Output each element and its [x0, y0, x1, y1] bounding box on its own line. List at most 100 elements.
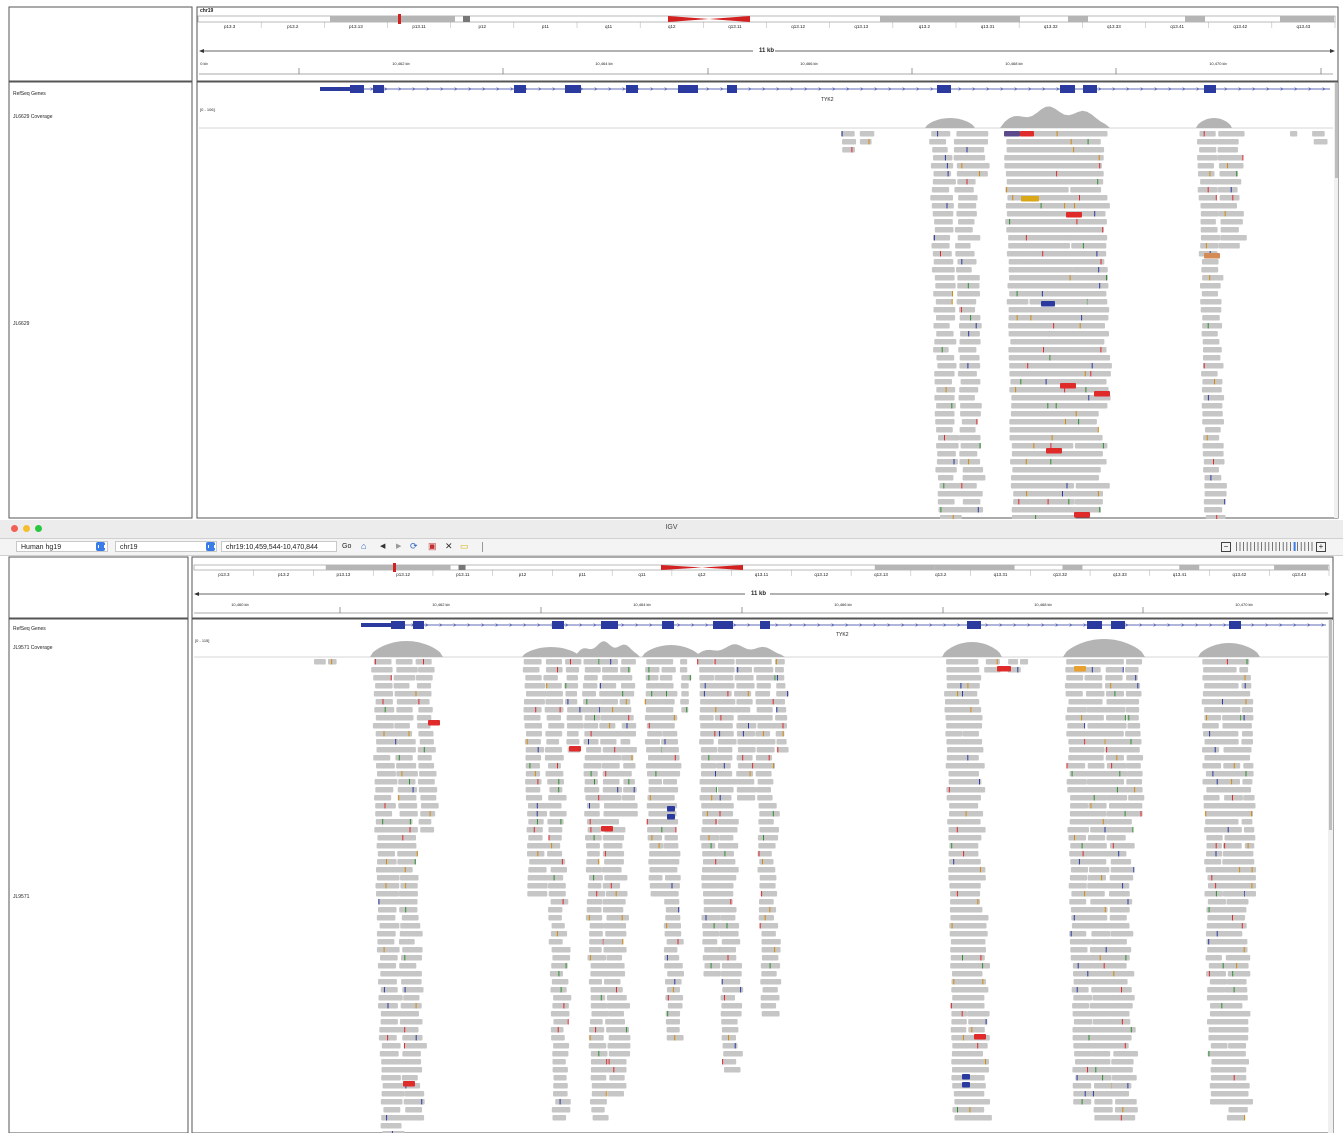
forward-icon[interactable]: ▶	[396, 541, 401, 552]
aligned-read	[525, 763, 540, 769]
mismatch-mark	[1017, 667, 1019, 673]
aligned-read	[960, 691, 978, 697]
aligned-read	[1244, 843, 1255, 849]
genome-dropdown-icon[interactable]	[96, 542, 105, 551]
aligned-read	[1223, 811, 1246, 817]
mismatch-mark	[1025, 459, 1027, 465]
aligned-read	[962, 499, 981, 505]
aligned-read	[661, 795, 675, 801]
aligned-read	[958, 395, 975, 401]
aligned-read	[419, 771, 437, 777]
chromosome-select[interactable]: chr19	[115, 541, 217, 552]
aligned-read	[702, 923, 721, 929]
aligned-read	[1073, 995, 1093, 1001]
aligned-read	[1010, 459, 1034, 465]
genome-select[interactable]: Human hg19	[16, 541, 108, 552]
ruler-icon[interactable]: ▣	[428, 541, 437, 552]
aligned-read	[622, 731, 636, 737]
aligned-read	[621, 795, 635, 801]
home-icon[interactable]: ⌂	[361, 541, 366, 552]
aligned-read	[553, 1075, 567, 1081]
aligned-read	[396, 699, 417, 705]
bottom-alignment-track[interactable]	[0, 556, 1343, 1133]
aligned-read	[399, 963, 417, 969]
aligned-read	[1115, 1115, 1136, 1121]
aligned-read	[761, 971, 777, 977]
zoom-slider[interactable]	[1233, 541, 1317, 553]
aligned-read	[587, 827, 601, 833]
mismatch-mark	[1077, 963, 1079, 969]
aligned-read	[717, 795, 732, 801]
mismatch-mark	[689, 675, 691, 681]
aligned-read	[1047, 267, 1073, 273]
mismatch-mark	[390, 675, 392, 681]
aligned-read	[1008, 659, 1019, 665]
aligned-read	[1201, 371, 1218, 377]
go-button[interactable]: Go	[342, 541, 351, 552]
chromosome-dropdown-icon[interactable]	[206, 542, 215, 551]
aligned-read	[1204, 811, 1227, 817]
mismatch-mark	[951, 923, 953, 929]
aligned-read	[1219, 195, 1240, 201]
zoom-tick	[1239, 542, 1241, 551]
aligned-read	[380, 971, 403, 977]
aligned-read	[1006, 299, 1029, 305]
mismatch-mark	[1208, 907, 1210, 913]
aligned-read	[945, 731, 963, 737]
mismatch-mark	[615, 891, 617, 897]
mismatch-mark	[1099, 955, 1101, 961]
zoom-out-button[interactable]: −	[1221, 542, 1231, 552]
mismatch-mark	[962, 1035, 964, 1041]
mismatch-mark	[589, 803, 590, 809]
aligned-read	[1111, 1083, 1132, 1089]
aligned-read	[605, 931, 627, 937]
zoom-tick	[1275, 542, 1277, 551]
comment-icon[interactable]: ▭	[460, 541, 469, 552]
aligned-read	[699, 675, 715, 681]
top-alignment-track[interactable]	[0, 0, 1343, 519]
aligned-read	[1127, 771, 1143, 777]
mismatch-mark	[1049, 355, 1051, 361]
mismatch-mark	[1245, 699, 1247, 705]
aligned-read	[603, 923, 627, 929]
aligned-read	[716, 763, 731, 769]
aligned-read	[1198, 171, 1215, 177]
aligned-read	[1089, 819, 1108, 825]
aligned-read	[374, 827, 400, 833]
mismatch-mark	[612, 707, 614, 713]
mismatch-mark	[404, 1043, 405, 1049]
aligned-read	[599, 691, 622, 697]
mismatch-mark	[674, 755, 676, 761]
mismatch-mark	[1137, 683, 1139, 689]
aligned-read	[328, 659, 337, 665]
aligned-read	[527, 843, 548, 849]
close-icon[interactable]: ✕	[445, 541, 453, 552]
aligned-read	[527, 891, 548, 897]
aligned-read	[608, 1035, 631, 1041]
mismatch-mark	[546, 683, 548, 689]
aligned-read	[1066, 763, 1086, 769]
aligned-read	[565, 691, 577, 697]
aligned-read	[665, 979, 682, 985]
aligned-read	[1089, 355, 1111, 361]
aligned-read	[648, 875, 663, 881]
back-icon[interactable]: ◀	[380, 541, 385, 552]
mismatch-mark	[404, 867, 406, 873]
aligned-read	[545, 699, 564, 705]
aligned-read	[545, 731, 563, 737]
mismatch-mark	[763, 835, 764, 841]
zoom-in-button[interactable]: +	[1316, 542, 1326, 552]
aligned-read	[1244, 891, 1256, 897]
mismatch-mark	[1112, 843, 1114, 849]
refresh-icon[interactable]: ⟳	[410, 541, 418, 552]
aligned-read	[1110, 979, 1128, 985]
aligned-read	[396, 667, 418, 673]
highlighted-read	[962, 1074, 970, 1080]
aligned-read	[589, 931, 603, 937]
mismatch-mark	[628, 715, 630, 721]
aligned-read	[1084, 699, 1103, 705]
aligned-read	[736, 699, 753, 705]
locus-input[interactable]: chr19:10,459,544-10,470,844	[221, 541, 337, 552]
mismatch-mark	[1070, 139, 1072, 145]
aligned-read	[545, 771, 564, 777]
